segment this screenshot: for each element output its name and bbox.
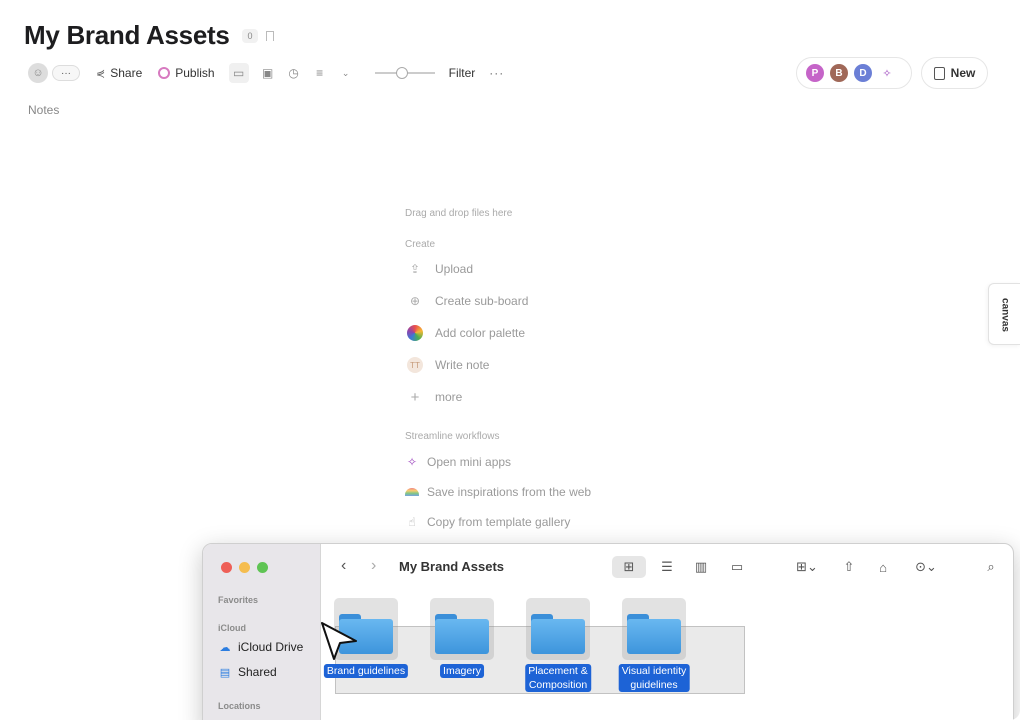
bookmark-icon[interactable] xyxy=(266,31,274,41)
board-window: My Brand Assets 0 ☺ ··· ⋞ Share Publish … xyxy=(0,0,1020,720)
locations-heading: Locations xyxy=(218,701,261,711)
folder-label: Visual identity guidelines xyxy=(618,664,690,692)
drop-hint: Drag and drop files here xyxy=(405,208,513,219)
canvas-tab-label: canvas xyxy=(999,298,1011,332)
more-item[interactable]: + more xyxy=(405,387,665,407)
board-item-count: 0 xyxy=(242,29,258,43)
new-document-icon xyxy=(933,66,945,80)
publish-label: Publish xyxy=(175,66,215,80)
tag-icon[interactable]: ⌂ xyxy=(873,556,893,578)
share-button[interactable]: ⋞ Share xyxy=(96,66,142,80)
close-window-button[interactable] xyxy=(221,562,232,573)
note-icon: TT xyxy=(407,357,423,373)
plus-icon: + xyxy=(410,388,420,406)
gallery-view-icon[interactable]: ▭ xyxy=(725,556,749,578)
create-sub-board-item[interactable]: ⊕ Create sub-board xyxy=(405,291,665,311)
action-menu-icon[interactable]: ⊙⌄ xyxy=(909,556,943,578)
finder-content: Brand guidelines Imagery Placement & Com… xyxy=(321,590,1013,720)
new-button[interactable]: New xyxy=(921,57,988,89)
create-sub-board-label: Create sub-board xyxy=(435,294,529,308)
hand-icon: ☝ xyxy=(408,515,416,529)
share-label: Share xyxy=(110,66,143,80)
zoom-window-button[interactable] xyxy=(257,562,268,573)
mini-apps-icon[interactable]: ✧ xyxy=(878,64,896,82)
upload-item[interactable]: ⇪ Upload xyxy=(405,259,665,279)
icon-view-icon[interactable]: ⊞ xyxy=(612,556,646,578)
empty-state-panel: Drag and drop files here Create ⇪ Upload… xyxy=(405,208,665,532)
folder-icon xyxy=(627,614,681,654)
finder-toolbar: ‹ › My Brand Assets ⊞ ☰ ▥ ▭ ⊞⌄ ⇧ ⌂ ⊙⌄ ⌕ xyxy=(321,544,1013,590)
column-view-icon[interactable]: ▥ xyxy=(689,556,713,578)
upload-icon: ⇪ xyxy=(409,262,421,276)
folder-view-icon[interactable]: ▭ xyxy=(228,63,249,83)
user-icon: ☺ xyxy=(32,67,44,79)
create-heading: Create xyxy=(405,239,436,250)
collaborator-avatar[interactable]: ☺ xyxy=(28,63,48,83)
list-view-icon[interactable]: ☰ xyxy=(655,556,679,578)
sidebar-item-icloud-drive[interactable]: ☁ iCloud Drive xyxy=(218,640,304,654)
chevron-down-icon[interactable]: ⌄ xyxy=(339,66,353,80)
canvas-tab[interactable]: canvas xyxy=(988,283,1020,345)
minimize-window-button[interactable] xyxy=(239,562,250,573)
publish-icon xyxy=(158,67,171,79)
folder-label: Placement & Composition xyxy=(525,664,591,692)
zoom-slider[interactable] xyxy=(374,67,435,79)
favorites-heading: Favorites xyxy=(218,595,259,605)
sidebar-item-label: iCloud Drive xyxy=(238,640,304,654)
workflows-heading: Streamline workflows xyxy=(405,431,500,442)
folder-icon xyxy=(435,614,489,654)
group-by-icon[interactable]: ⊞⌄ xyxy=(789,556,825,578)
mini-apps-icon: ✧ xyxy=(406,455,418,469)
back-icon[interactable]: ‹ xyxy=(341,557,346,575)
write-note-label: Write note xyxy=(435,358,490,372)
list-view-icon[interactable]: ≡ xyxy=(313,66,327,80)
more-label: more xyxy=(435,390,463,404)
zoom-slider-knob[interactable] xyxy=(395,67,408,79)
add-color-palette-label: Add color palette xyxy=(435,326,526,340)
more-options-button[interactable]: ··· xyxy=(489,66,504,80)
finder-sidebar: Favorites iCloud ☁ iCloud Drive ▤ Shared… xyxy=(203,544,321,720)
folder-icon xyxy=(531,614,585,654)
new-label: New xyxy=(950,66,976,80)
save-inspirations-label: Save inspirations from the web xyxy=(427,485,592,499)
icloud-heading: iCloud xyxy=(218,623,246,633)
board-title[interactable]: My Brand Assets xyxy=(24,20,230,51)
app-p-icon[interactable]: P xyxy=(806,64,824,82)
template-gallery-item[interactable]: ☝ Copy from template gallery xyxy=(405,512,665,532)
upload-label: Upload xyxy=(435,262,474,276)
publish-button[interactable]: Publish xyxy=(158,66,215,80)
forward-icon[interactable]: › xyxy=(371,557,376,575)
sidebar-item-label: Shared xyxy=(238,665,277,679)
board-view-icon[interactable]: ▣ xyxy=(261,66,275,80)
folder-label: Imagery xyxy=(440,664,484,678)
share-icon[interactable]: ⇧ xyxy=(839,556,859,578)
add-color-palette-item[interactable]: Add color palette xyxy=(405,323,665,343)
folder-label: Brand guidelines xyxy=(323,664,409,678)
color-palette-icon xyxy=(407,325,423,341)
filter-button[interactable]: Filter xyxy=(449,66,476,80)
finder-title: My Brand Assets xyxy=(399,559,504,574)
plus-circle-icon: ⊕ xyxy=(409,294,421,308)
clock-icon[interactable]: ◷ xyxy=(287,66,301,80)
notes-label[interactable]: Notes xyxy=(28,103,59,117)
more-collaborators-button[interactable]: ··· xyxy=(52,65,80,81)
template-gallery-label: Copy from template gallery xyxy=(427,515,571,529)
mouse-pointer-icon xyxy=(321,622,357,660)
open-mini-apps-item[interactable]: ✧ Open mini apps xyxy=(405,452,665,472)
mini-apps-cluster[interactable]: P B D ✧ xyxy=(796,57,912,89)
share-icon: ⋞ xyxy=(96,67,106,80)
board-toolbar: ☺ ··· ⋞ Share Publish ▭ ▣ ◷ ≡ ⌄ Filter ·… xyxy=(28,62,504,84)
app-d-icon[interactable]: D xyxy=(854,64,872,82)
sidebar-item-shared[interactable]: ▤ Shared xyxy=(218,665,277,679)
open-mini-apps-label: Open mini apps xyxy=(427,455,512,469)
app-b-icon[interactable]: B xyxy=(830,64,848,82)
rainbow-icon xyxy=(405,488,419,496)
save-inspirations-item[interactable]: Save inspirations from the web xyxy=(405,482,665,502)
search-icon[interactable]: ⌕ xyxy=(981,556,1001,578)
shared-folder-icon: ▤ xyxy=(219,666,231,679)
cloud-icon: ☁ xyxy=(219,641,231,654)
write-note-item[interactable]: TT Write note xyxy=(405,355,665,375)
